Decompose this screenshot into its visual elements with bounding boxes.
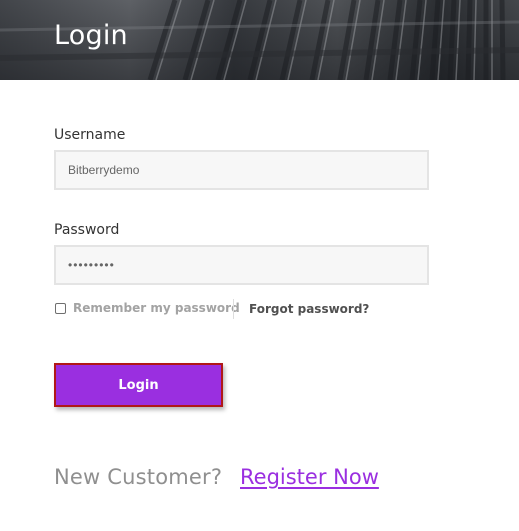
remember-password-label[interactable]: Remember my password [73, 301, 240, 315]
header-banner: Login [0, 0, 519, 80]
divider [233, 299, 234, 319]
register-now-link[interactable]: Register Now [240, 465, 379, 489]
login-button[interactable]: Login [54, 363, 223, 407]
remember-password-option[interactable]: Remember my password [54, 301, 240, 315]
username-label: Username [54, 127, 126, 143]
username-input[interactable] [54, 150, 429, 190]
forgot-password-link[interactable]: Forgot password? [249, 302, 369, 316]
remember-password-checkbox[interactable] [55, 302, 66, 314]
password-input[interactable] [54, 245, 429, 285]
password-label: Password [54, 222, 120, 238]
page-title: Login [54, 20, 128, 51]
login-page: Login Username Password Remember my pass… [0, 0, 519, 531]
new-customer-prompt: New Customer? [54, 465, 223, 489]
